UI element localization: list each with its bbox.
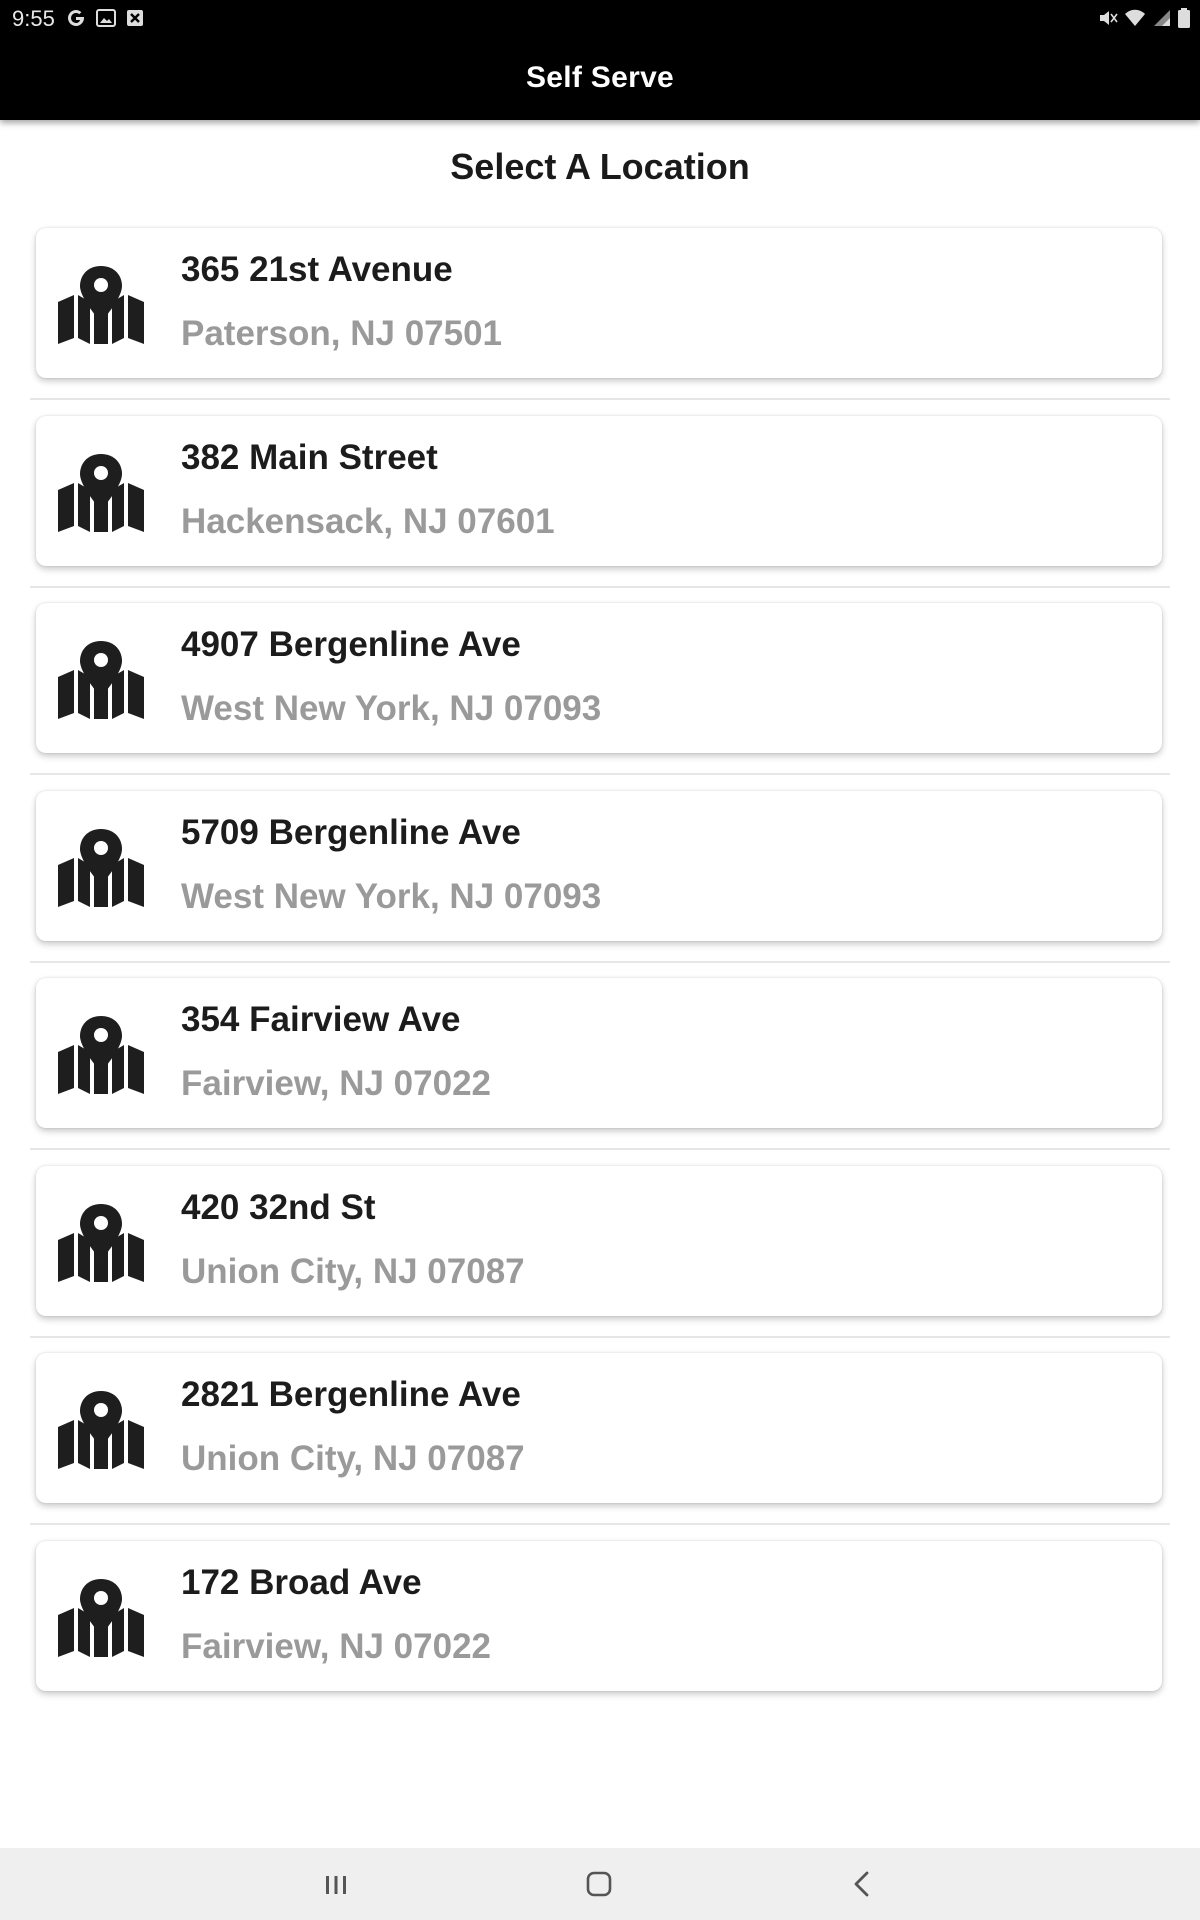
- row-divider: [30, 773, 1170, 775]
- location-row: 4907 Bergenline Ave West New York, NJ 07…: [0, 601, 1200, 789]
- location-city: Paterson, NJ 07501: [181, 314, 503, 353]
- row-divider: [30, 586, 1170, 588]
- location-street: 4907 Bergenline Ave: [181, 625, 521, 664]
- map-pin-icon: [58, 1391, 144, 1469]
- location-street: 382 Main Street: [181, 438, 438, 477]
- location-row: 354 Fairview Ave Fairview, NJ 07022: [0, 976, 1200, 1164]
- google-g-icon: [68, 10, 84, 27]
- app-bar: Self Serve: [0, 36, 1200, 120]
- map-pin-icon: [58, 1204, 144, 1282]
- wifi-icon: [1125, 9, 1145, 26]
- location-row: 382 Main Street Hackensack, NJ 07601: [0, 414, 1200, 602]
- row-divider: [30, 961, 1170, 963]
- location-city: Union City, NJ 07087: [181, 1252, 525, 1291]
- location-row: 420 32nd St Union City, NJ 07087: [0, 1164, 1200, 1352]
- location-city: Fairview, NJ 07022: [181, 1064, 492, 1103]
- location-card[interactable]: 2821 Bergenline Ave Union City, NJ 07087: [36, 1353, 1162, 1503]
- row-divider: [30, 1336, 1170, 1338]
- system-status-icons: [1098, 8, 1190, 28]
- location-row: 5709 Bergenline Ave West New York, NJ 07…: [0, 789, 1200, 977]
- home-icon[interactable]: [579, 1866, 619, 1902]
- image-icon: [96, 9, 116, 27]
- system-nav-bar: [0, 1848, 1200, 1920]
- row-divider: [30, 398, 1170, 400]
- status-time: 9:55: [12, 6, 55, 31]
- location-card[interactable]: 365 21st Avenue Paterson, NJ 07501: [36, 228, 1162, 378]
- signal-icon: [1154, 10, 1170, 26]
- location-city: West New York, NJ 07093: [181, 689, 602, 728]
- location-row: 365 21st Avenue Paterson, NJ 07501: [0, 226, 1200, 414]
- map-pin-icon: [58, 1579, 144, 1657]
- map-pin-icon: [58, 829, 144, 907]
- row-divider: [30, 1523, 1170, 1525]
- location-row: 172 Broad Ave Fairview, NJ 07022: [0, 1539, 1200, 1727]
- location-street: 2821 Bergenline Ave: [181, 1375, 521, 1414]
- location-city: West New York, NJ 07093: [181, 877, 602, 916]
- location-city: Union City, NJ 07087: [181, 1439, 525, 1478]
- location-city: Hackensack, NJ 07601: [181, 502, 555, 541]
- location-street: 420 32nd St: [181, 1188, 376, 1227]
- back-icon[interactable]: [842, 1866, 882, 1902]
- location-card[interactable]: 382 Main Street Hackensack, NJ 07601: [36, 416, 1162, 566]
- location-card[interactable]: 5709 Bergenline Ave West New York, NJ 07…: [36, 791, 1162, 941]
- map-pin-icon: [58, 641, 144, 719]
- app-title: Self Serve: [525, 61, 675, 94]
- location-street: 354 Fairview Ave: [181, 1000, 461, 1039]
- location-card[interactable]: 420 32nd St Union City, NJ 07087: [36, 1166, 1162, 1316]
- status-bar: 9:55: [0, 0, 1200, 36]
- map-pin-icon: [58, 266, 144, 344]
- battery-icon: [1178, 8, 1190, 28]
- location-card[interactable]: 4907 Bergenline Ave West New York, NJ 07…: [36, 603, 1162, 753]
- notification-icons: [66, 8, 144, 28]
- mute-icon: [1100, 11, 1118, 25]
- location-city: Fairview, NJ 07022: [181, 1627, 492, 1666]
- recents-icon[interactable]: [316, 1866, 356, 1902]
- row-divider: [30, 1148, 1170, 1150]
- map-pin-icon: [58, 1016, 144, 1094]
- location-row: 2821 Bergenline Ave Union City, NJ 07087: [0, 1351, 1200, 1539]
- page-title: Select A Location: [450, 146, 750, 187]
- map-pin-icon: [58, 454, 144, 532]
- location-card[interactable]: 172 Broad Ave Fairview, NJ 07022: [36, 1541, 1162, 1691]
- location-street: 5709 Bergenline Ave: [181, 813, 521, 852]
- close-box-icon: [127, 10, 143, 26]
- location-street: 365 21st Avenue: [181, 250, 453, 289]
- location-street: 172 Broad Ave: [181, 1563, 422, 1602]
- location-card[interactable]: 354 Fairview Ave Fairview, NJ 07022: [36, 978, 1162, 1128]
